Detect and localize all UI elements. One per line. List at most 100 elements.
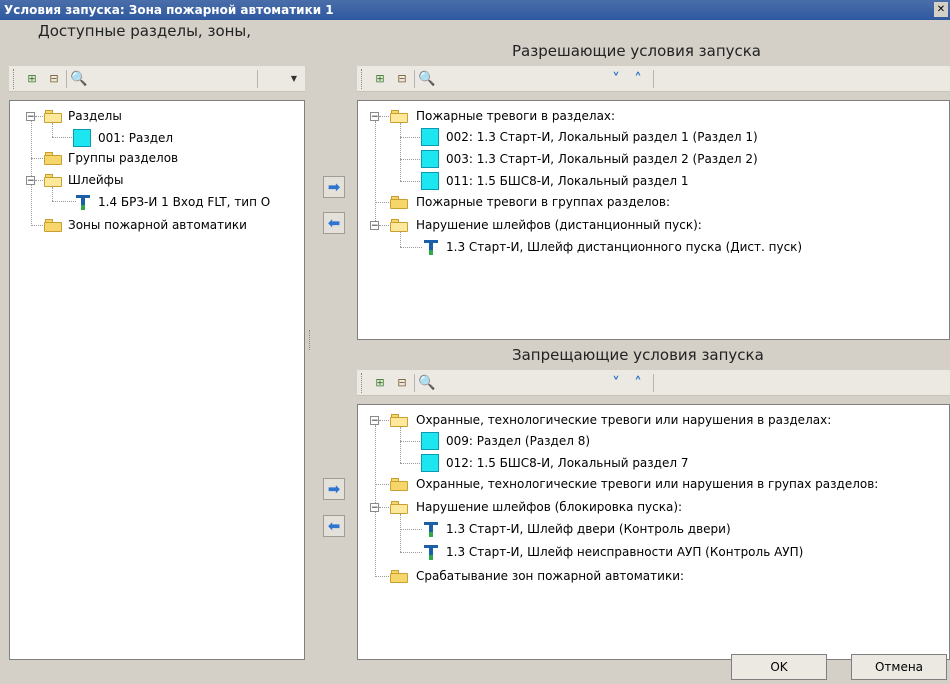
expand-all-icon[interactable]: ⊞ xyxy=(23,70,41,88)
loop-icon xyxy=(76,193,90,211)
tree-item-label[interactable]: 009: Раздел (Раздел 8) xyxy=(446,430,590,452)
tree-line xyxy=(35,116,43,117)
expand-all-icon[interactable]: ⊞ xyxy=(371,70,389,88)
search-icon[interactable]: 🔍 xyxy=(418,70,436,88)
allow-toolbar: ⊞ ⊟ 🔍 ˅ ˄ xyxy=(357,66,950,92)
collapse-all-icon[interactable]: ⊟ xyxy=(393,70,411,88)
tree-line xyxy=(400,427,401,463)
tree-item-label[interactable]: Шлейфы xyxy=(68,169,123,191)
tree-line xyxy=(400,552,422,553)
collapse-all-icon[interactable]: ⊟ xyxy=(393,374,411,392)
left-panel-header: Доступные разделы, зоны, xyxy=(38,22,252,40)
tree-line xyxy=(375,576,389,577)
cancel-button[interactable]: Отмена xyxy=(851,654,947,680)
partition-icon xyxy=(421,128,439,146)
move-up-icon[interactable]: ˄ xyxy=(629,374,647,392)
tree-line xyxy=(379,225,389,226)
tree-item-label[interactable]: Зоны пожарной автоматики xyxy=(68,214,247,236)
tree-item-label[interactable]: Пожарные тревоги в разделах: xyxy=(416,105,615,127)
tree-line xyxy=(400,463,420,464)
tree-line xyxy=(31,225,43,226)
toolbar-separator xyxy=(414,70,415,88)
move-up-icon[interactable]: ˄ xyxy=(629,70,647,88)
splitter-handle[interactable] xyxy=(309,330,314,350)
folder-open-icon xyxy=(390,501,408,514)
tree-item-label[interactable]: 1.3 Старт-И, Шлейф дистанционного пуска … xyxy=(446,236,802,258)
tree-line xyxy=(400,529,422,530)
tree-item-label[interactable]: Охранные, технологические тревоги или на… xyxy=(416,473,878,495)
tree-item-label[interactable]: Группы разделов xyxy=(68,147,178,169)
toolbar-separator xyxy=(66,70,67,88)
search-icon[interactable]: 🔍 xyxy=(70,70,88,88)
partition-icon xyxy=(421,172,439,190)
allow-tree[interactable]: − Пожарные тревоги в разделах: 002: 1.3 … xyxy=(357,100,950,340)
tree-line xyxy=(52,187,53,201)
tree-line xyxy=(379,507,389,508)
tree-item-label[interactable]: 1.3 Старт-И, Шлейф неисправности АУП (Ко… xyxy=(446,541,803,563)
move-down-icon[interactable]: ˅ xyxy=(607,70,625,88)
folder-icon xyxy=(390,478,408,491)
close-icon[interactable]: ✕ xyxy=(934,2,948,17)
tree-item-label[interactable]: 1.3 Старт-И, Шлейф двери (Контроль двери… xyxy=(446,518,731,540)
folder-icon xyxy=(44,152,62,165)
tree-line xyxy=(375,425,376,577)
collapse-all-icon[interactable]: ⊟ xyxy=(45,70,63,88)
toolbar-separator xyxy=(257,70,258,88)
tree-item-label[interactable]: 002: 1.3 Старт-И, Локальный раздел 1 (Ра… xyxy=(446,126,758,148)
tree-item-label[interactable]: 003: 1.3 Старт-И, Локальный раздел 2 (Ра… xyxy=(446,148,758,170)
tree-item-label[interactable]: Пожарные тревоги в группах разделов: xyxy=(416,191,670,213)
collapse-icon[interactable]: − xyxy=(370,112,379,122)
tree-item-label[interactable]: 012: 1.5 БШС8-И, Локальный раздел 7 xyxy=(446,452,688,474)
toolbar-dropdown-icon[interactable]: ▼ xyxy=(289,72,299,86)
collapse-icon[interactable]: − xyxy=(370,503,379,513)
collapse-icon[interactable]: − xyxy=(370,416,379,426)
deny-toolbar: ⊞ ⊟ 🔍 ˅ ˄ xyxy=(357,370,950,396)
tree-item-label[interactable]: 001: Раздел xyxy=(98,127,173,149)
move-down-icon[interactable]: ˅ xyxy=(607,374,625,392)
folder-open-icon xyxy=(390,414,408,427)
tree-item-label[interactable]: Нарушение шлейфов (блокировка пуска): xyxy=(416,496,682,518)
left-toolbar: ⊞ ⊟ 🔍 ▼ xyxy=(9,66,305,92)
remove-deny-button[interactable]: ⬅ xyxy=(323,515,345,537)
partition-icon xyxy=(73,129,91,147)
add-allow-button[interactable]: ➡ xyxy=(323,176,345,198)
search-icon[interactable]: 🔍 xyxy=(418,374,436,392)
tree-item-label[interactable]: Срабатывание зон пожарной автоматики: xyxy=(416,565,684,587)
toolbar-grip xyxy=(13,69,16,89)
tree-line xyxy=(375,121,376,227)
toolbar-grip xyxy=(361,69,364,89)
toolbar-separator xyxy=(653,374,654,392)
collapse-icon[interactable]: − xyxy=(26,112,35,122)
tree-item-label[interactable]: Разделы xyxy=(68,105,122,127)
ok-button[interactable]: OK xyxy=(731,654,827,680)
loop-icon xyxy=(424,238,438,256)
tree-line xyxy=(400,247,422,248)
tree-line xyxy=(400,232,401,247)
collapse-icon[interactable]: − xyxy=(26,176,35,186)
tree-item-label[interactable]: Нарушение шлейфов (дистанционный пуск): xyxy=(416,214,702,236)
tree-line xyxy=(52,137,72,138)
folder-open-icon xyxy=(44,110,62,123)
deny-tree[interactable]: − Охранные, технологические тревоги или … xyxy=(357,404,950,660)
tree-line xyxy=(52,201,76,202)
toolbar-separator xyxy=(414,374,415,392)
tree-line xyxy=(400,181,420,182)
available-tree[interactable]: − Разделы 001: Раздел Группы разделов − … xyxy=(9,100,305,660)
tree-line xyxy=(31,121,32,226)
tree-line xyxy=(400,123,401,181)
remove-allow-button[interactable]: ⬅ xyxy=(323,212,345,234)
tree-line xyxy=(400,137,420,138)
tree-line xyxy=(35,180,43,181)
collapse-icon[interactable]: − xyxy=(370,221,379,231)
window-title: Условия запуска: Зона пожарной автоматик… xyxy=(4,3,334,17)
tree-line xyxy=(31,158,43,159)
add-deny-button[interactable]: ➡ xyxy=(323,478,345,500)
loop-icon xyxy=(424,520,438,538)
tree-item-label[interactable]: 1.4 БРЗ-И 1 Вход FLT, тип О xyxy=(98,191,270,213)
toolbar-grip xyxy=(361,373,364,393)
tree-item-label[interactable]: 011: 1.5 БШС8-И, Локальный раздел 1 xyxy=(446,170,688,192)
deny-panel-header: Запрещающие условия запуска xyxy=(512,346,764,364)
expand-all-icon[interactable]: ⊞ xyxy=(371,374,389,392)
tree-line xyxy=(400,514,401,552)
tree-item-label[interactable]: Охранные, технологические тревоги или на… xyxy=(416,409,831,431)
